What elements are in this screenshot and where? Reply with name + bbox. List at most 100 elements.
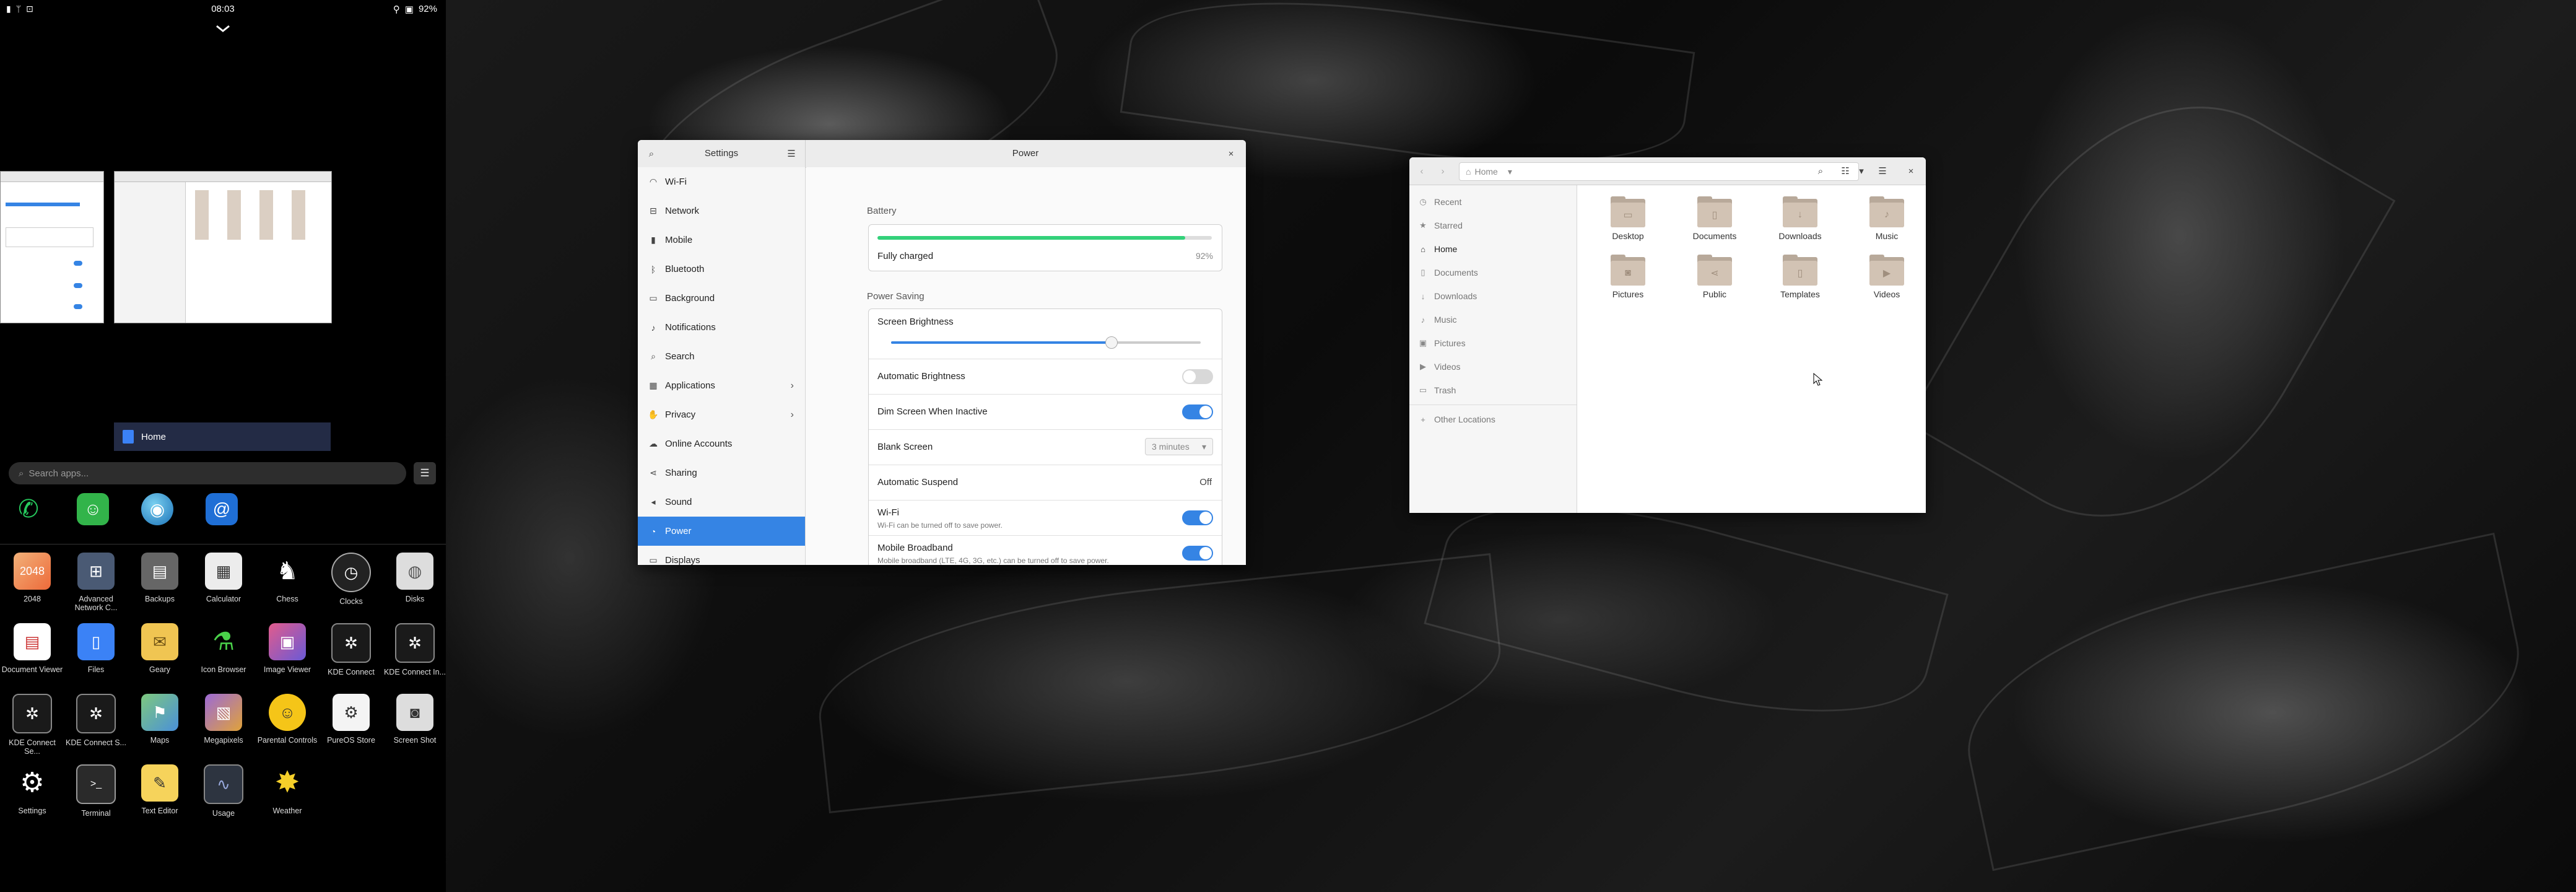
folder-desktop[interactable]: ▭ Desktop — [1591, 196, 1665, 241]
app-kde-connect[interactable]: ✲ KDE Connect — [319, 623, 383, 676]
folder-public[interactable]: ⋖ Public — [1677, 255, 1752, 299]
active-window-title[interactable]: Home — [114, 422, 331, 451]
app-image-viewer[interactable]: ▣ Image Viewer — [255, 623, 320, 674]
blank-screen-dropdown[interactable]: 3 minutes ▾ — [1145, 438, 1213, 455]
blank-screen-row: Blank Screen 3 minutes ▾ — [869, 430, 1222, 465]
app-icon-browser[interactable]: ⚗ Icon Browser — [191, 623, 256, 674]
app-maps[interactable]: ⚑ Maps — [128, 694, 192, 745]
app-weather[interactable]: ✸ Weather — [255, 764, 320, 815]
bluetooth-icon: ᛒ — [650, 264, 656, 274]
app-backups[interactable]: ▤ Backups — [128, 553, 192, 603]
app-usage[interactable]: ∿ Usage — [191, 764, 256, 818]
folder-music[interactable]: ♪ Music — [1850, 196, 1924, 241]
app-label: KDE Connect S... — [66, 738, 126, 747]
places-downloads[interactable]: ↓ Downloads — [1409, 284, 1577, 308]
app-terminal[interactable]: >_ Terminal — [64, 764, 128, 818]
back-icon[interactable]: ‹ — [1413, 162, 1430, 180]
sidebar-item-sound[interactable]: ◂ Sound — [638, 488, 805, 517]
path-segment-home[interactable]: Home — [1474, 167, 1497, 177]
menu-button[interactable]: ☰ — [414, 462, 436, 484]
app-clocks[interactable]: ◷ Clocks — [319, 553, 383, 606]
places-videos[interactable]: ▶ Videos — [1409, 355, 1577, 378]
document-icon: ▯ — [1421, 268, 1425, 277]
sidebar-item-applications[interactable]: ▦ Applications › — [638, 371, 805, 400]
chevron-down-icon[interactable] — [211, 21, 235, 36]
app-parental-controls[interactable]: ☺ Parental Controls — [255, 694, 320, 745]
app-pureos-store[interactable]: ⚙ PureOS Store — [319, 694, 383, 745]
places-label: Other Locations — [1434, 414, 1495, 424]
brightness-slider-handle[interactable] — [1105, 336, 1118, 349]
search-icon[interactable]: ⌕ — [1812, 162, 1829, 180]
app-geary[interactable]: ✉ Geary — [128, 623, 192, 674]
hamburger-menu-icon[interactable]: ☰ — [1874, 162, 1891, 180]
sidebar-item-background[interactable]: ▭ Background — [638, 284, 805, 313]
app-advanced-network[interactable]: ⊞ Advanced Network C... — [64, 553, 128, 612]
places-label: Music — [1434, 315, 1457, 325]
app-document-viewer[interactable]: ▤ Document Viewer — [0, 623, 64, 674]
brightness-slider[interactable] — [891, 336, 1201, 349]
dim-screen-toggle[interactable] — [1182, 404, 1213, 419]
chevron-down-icon[interactable]: ▾ — [1853, 162, 1870, 180]
places-music[interactable]: ♪ Music — [1409, 308, 1577, 331]
sidebar-item-privacy[interactable]: ✋ Privacy › — [638, 400, 805, 429]
sidebar-item-mobile[interactable]: ▮ Mobile — [638, 225, 805, 255]
app-settings[interactable]: ⚙ Settings — [0, 764, 64, 815]
folder-label: Music — [1875, 231, 1899, 241]
browser-icon[interactable]: ◉ — [141, 493, 173, 525]
app-2048[interactable]: 2048 2048 — [0, 553, 64, 603]
sidebar-item-sharing[interactable]: ⋖ Sharing — [638, 458, 805, 488]
folder-videos[interactable]: ▶ Videos — [1850, 255, 1924, 299]
chat-icon[interactable]: ☺ — [77, 493, 109, 525]
places-recent[interactable]: ◷ Recent — [1409, 190, 1577, 214]
safe-icon: ▤ — [141, 553, 178, 590]
app-calculator[interactable]: ▦ Calculator — [191, 553, 256, 603]
close-icon[interactable]: × — [1222, 145, 1240, 162]
hamburger-menu-icon[interactable]: ☰ — [783, 145, 800, 162]
window-thumbnail-files[interactable] — [114, 171, 332, 323]
automatic-suspend-row[interactable]: Automatic Suspend Off — [869, 465, 1222, 501]
sidebar-item-displays[interactable]: ▭ Displays — [638, 546, 805, 565]
mobile-broadband-row: Mobile Broadband Mobile broadband (LTE, … — [869, 536, 1222, 565]
places-other-locations[interactable]: + Other Locations — [1409, 408, 1577, 431]
phone-icon[interactable]: ✆ — [12, 493, 45, 525]
folder-pictures[interactable]: ◙ Pictures — [1591, 255, 1665, 299]
folder-templates[interactable]: ▯ Templates — [1763, 255, 1837, 299]
places-starred[interactable]: ★ Starred — [1409, 214, 1577, 237]
app-disks[interactable]: ◍ Disks — [383, 553, 447, 603]
app-megapixels[interactable]: ▧ Megapixels — [191, 694, 256, 745]
app-search-input[interactable]: ⌕ Search apps... — [9, 462, 406, 484]
wifi-power-toggle[interactable] — [1182, 510, 1213, 525]
sidebar-item-network[interactable]: ⊟ Network — [638, 196, 805, 225]
app-files[interactable]: ▯ Files — [64, 623, 128, 674]
mobile-broadband-toggle[interactable] — [1182, 546, 1213, 561]
sidebar-item-power[interactable]: ◔ Power — [638, 517, 805, 546]
app-label: Text Editor — [141, 807, 178, 815]
folder-downloads[interactable]: ↓ Downloads — [1763, 196, 1837, 241]
sidebar-item-online-accounts[interactable]: ☁ Online Accounts — [638, 429, 805, 458]
forward-icon[interactable]: › — [1434, 162, 1451, 180]
app-kde-connect-se[interactable]: ✲ KDE Connect Se... — [0, 694, 64, 756]
mail-icon[interactable]: @ — [206, 493, 238, 525]
automatic-brightness-toggle[interactable] — [1182, 369, 1213, 384]
clock: 08:03 — [211, 4, 235, 14]
places-documents[interactable]: ▯ Documents — [1409, 261, 1577, 284]
close-icon[interactable]: × — [1902, 162, 1920, 180]
sidebar-item-bluetooth[interactable]: ᛒ Bluetooth — [638, 255, 805, 284]
app-kde-connect-s[interactable]: ✲ KDE Connect S... — [64, 694, 128, 747]
app-chess[interactable]: ♞ Chess — [255, 553, 320, 603]
window-thumbnail-settings[interactable] — [0, 171, 104, 323]
app-kde-connect-in[interactable]: ✲ KDE Connect In... — [383, 623, 447, 676]
path-bar[interactable]: ⌂ Home ▾ — [1459, 162, 1859, 181]
app-screen-shot[interactable]: ◙ Screen Shot — [383, 694, 447, 745]
battery-icon: ▣ — [404, 4, 414, 15]
folder-documents[interactable]: ▯ Documents — [1677, 196, 1752, 241]
places-trash[interactable]: ▭ Trash — [1409, 378, 1577, 402]
view-toggle-icon[interactable]: ☷ — [1837, 162, 1854, 180]
places-pictures[interactable]: ▣ Pictures — [1409, 331, 1577, 355]
sidebar-item-wifi[interactable]: ◠ Wi-Fi — [638, 167, 805, 196]
places-home[interactable]: ⌂ Home — [1409, 237, 1577, 261]
sidebar-item-notifications[interactable]: ♪ Notifications — [638, 313, 805, 342]
app-label: Weather — [272, 807, 302, 815]
app-text-editor[interactable]: ✎ Text Editor — [128, 764, 192, 815]
sidebar-item-search[interactable]: ⌕ Search — [638, 342, 805, 371]
